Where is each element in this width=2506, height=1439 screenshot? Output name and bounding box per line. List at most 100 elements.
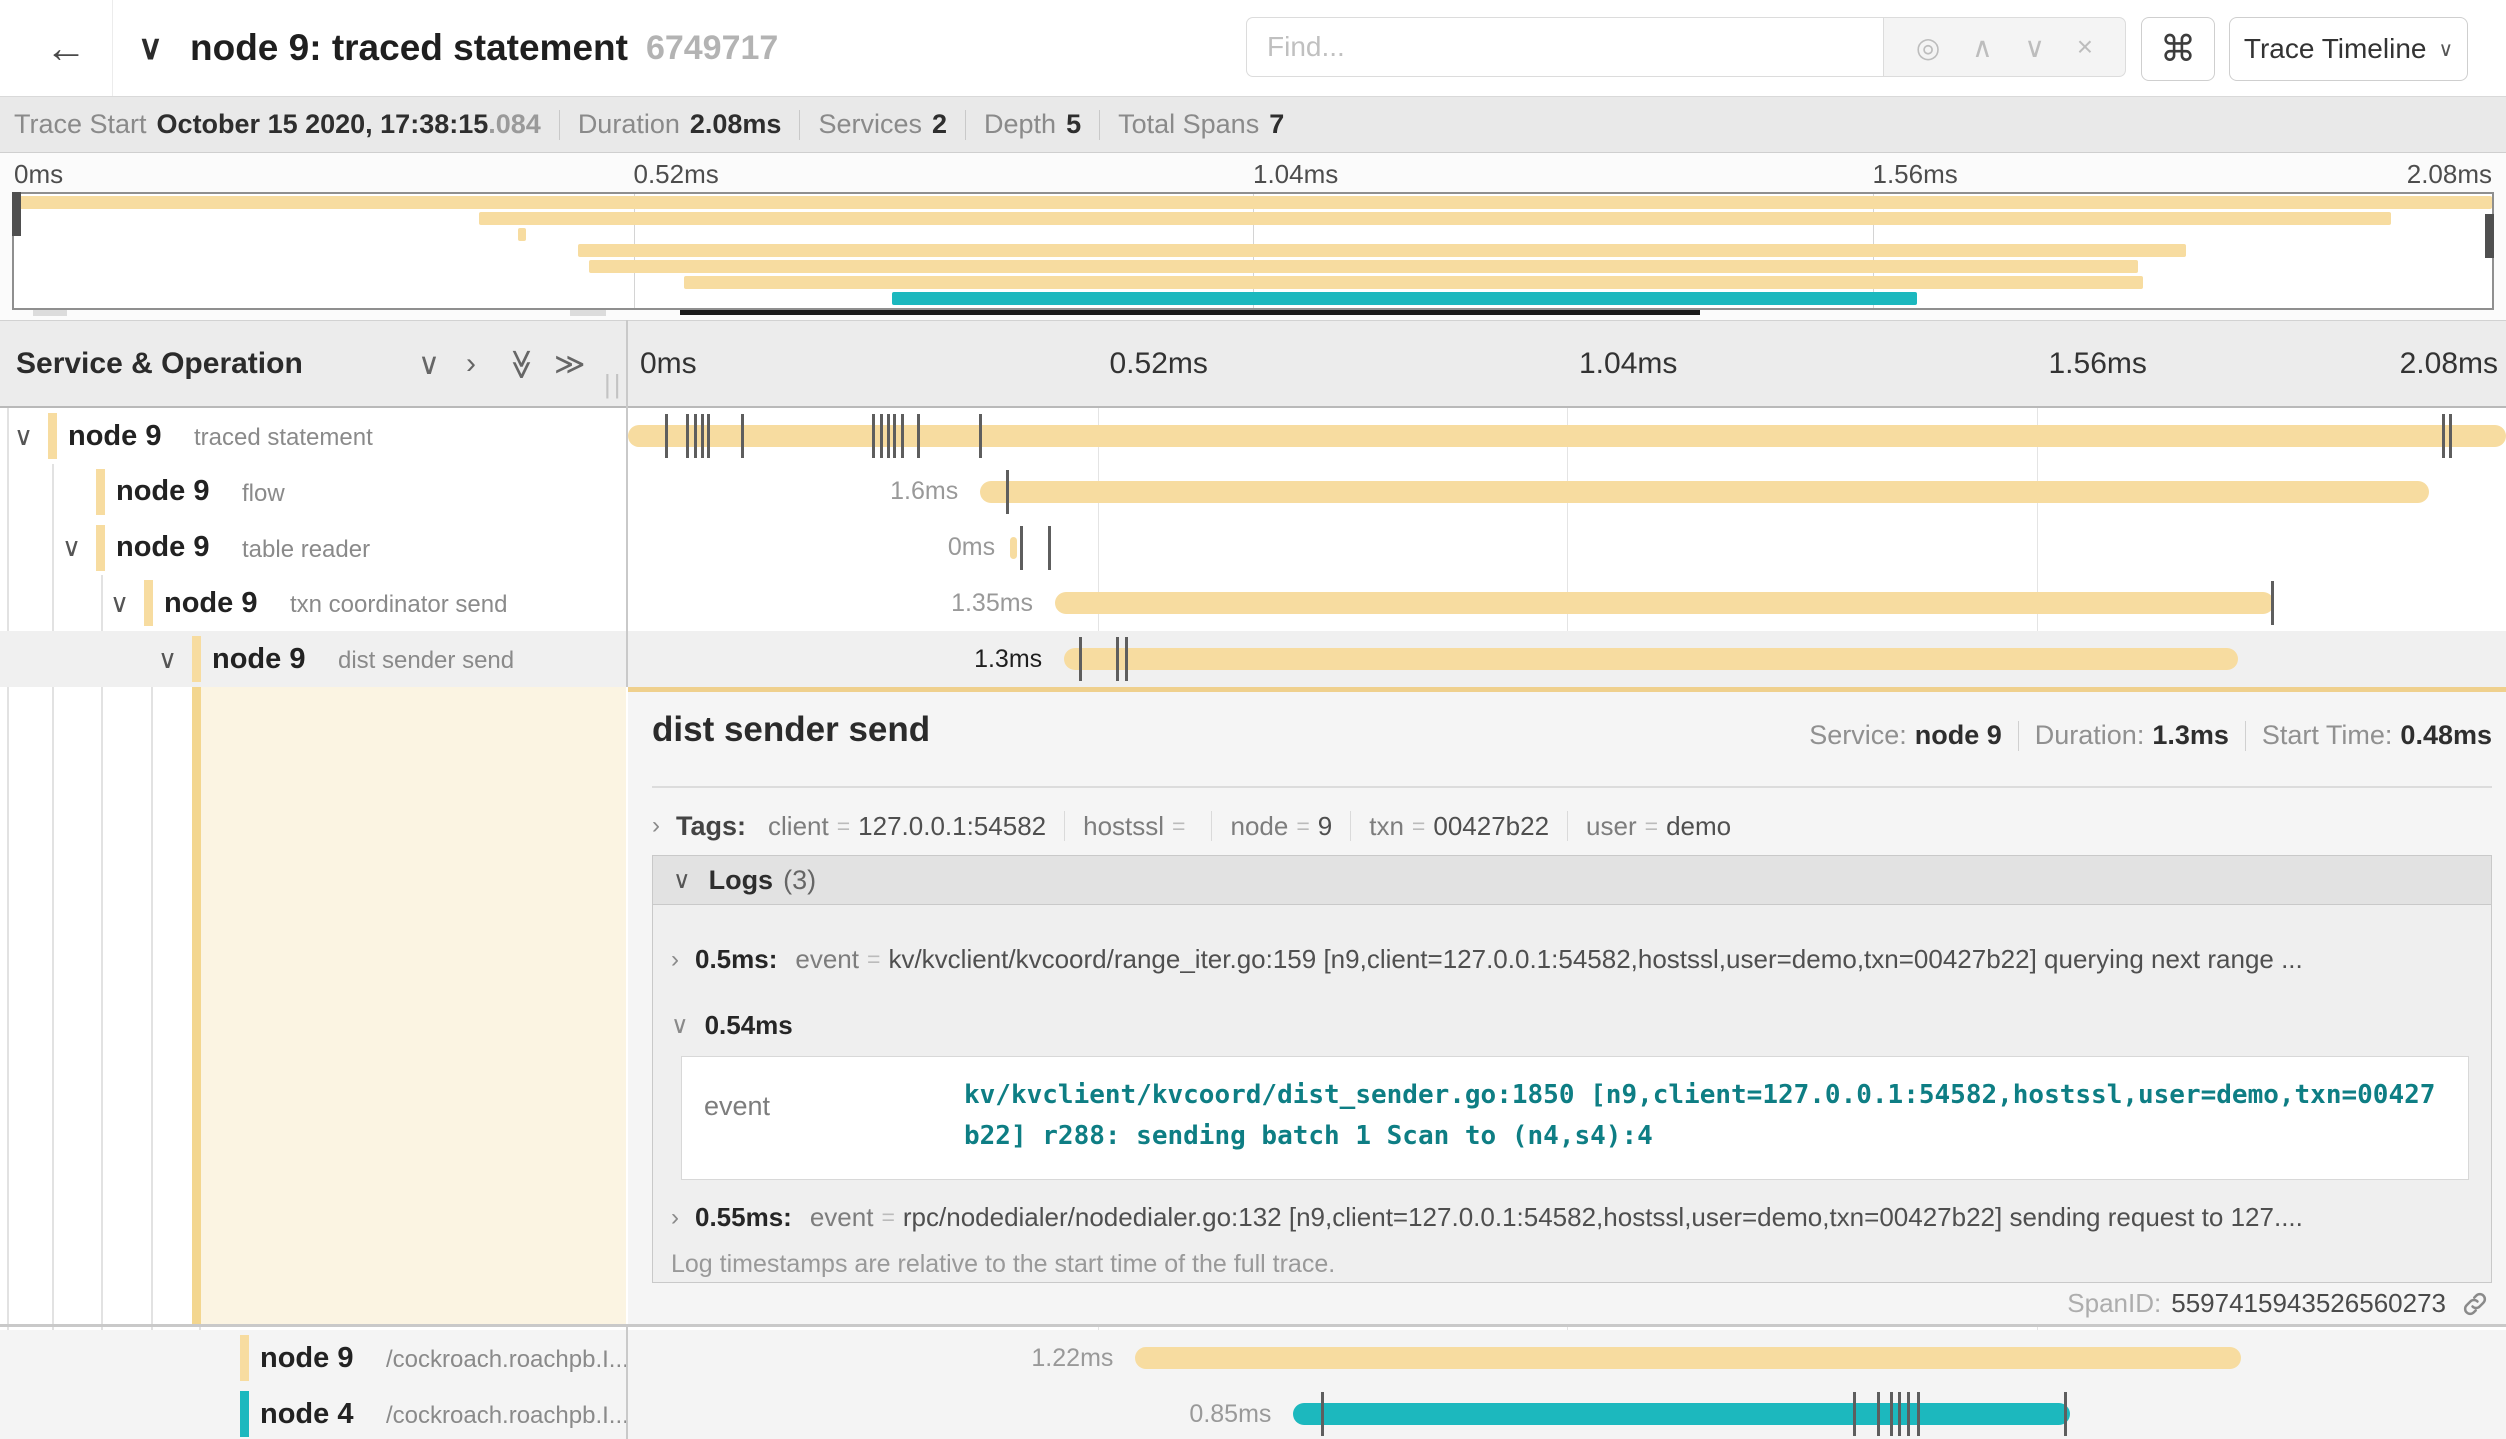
span-log-marker[interactable] [707, 414, 710, 458]
log-entry-expanded-header[interactable]: ∨ 0.54ms [671, 1010, 2461, 1041]
timeline-tick-label: 2.08ms [2400, 321, 2498, 407]
stat-label: Service: [1809, 720, 1907, 751]
trace-view-select[interactable]: Trace Timeline ∨ [2229, 17, 2468, 81]
span-log-marker[interactable] [1917, 1392, 1920, 1436]
trace-collapse-icon[interactable]: ∨ [138, 0, 163, 96]
summary-label: Duration [578, 109, 680, 140]
span-duration-bar[interactable] [1135, 1347, 2241, 1369]
log-entry[interactable]: › 0.5ms: event = kv/kvclient/kvcoord/ran… [671, 944, 2461, 975]
span-log-marker[interactable] [979, 414, 982, 458]
span-collapse-chevron-icon[interactable]: ∨ [110, 575, 129, 631]
minimap-handle-left[interactable] [33, 310, 67, 316]
log-key: event [810, 1202, 874, 1233]
span-collapse-chevron-icon[interactable]: ∨ [158, 631, 177, 687]
span-log-marker[interactable] [1877, 1392, 1880, 1436]
next-result-icon[interactable]: ∨ [2024, 31, 2045, 64]
span-log-marker[interactable] [1898, 1392, 1901, 1436]
span-detail-stats: Service:node 9Duration:1.3msStart Time:0… [1809, 720, 2492, 751]
minimap-view-range-bar[interactable] [680, 310, 1700, 315]
span-log-marker[interactable] [887, 414, 890, 458]
span-duration-bar[interactable] [1010, 537, 1017, 559]
summary-separator [965, 110, 966, 140]
span-log-marker[interactable] [2442, 414, 2445, 458]
span-duration-bar[interactable] [1064, 648, 2238, 670]
summary-item: Trace StartOctober 15 2020, 17:38:15.084 [14, 109, 541, 140]
span-log-marker[interactable] [893, 414, 896, 458]
span-row[interactable]: ∨node 9table reader0ms [0, 520, 2506, 576]
summary-item: Services2 [818, 109, 947, 140]
span-duration-bar[interactable] [980, 481, 2429, 503]
expand-all-icon[interactable]: ≫ [554, 321, 585, 407]
span-log-marker[interactable] [2064, 1392, 2067, 1436]
span-collapse-chevron-icon[interactable]: ∨ [14, 408, 33, 464]
span-log-marker[interactable] [880, 414, 883, 458]
tag-pair: client=127.0.0.1:54582 [768, 811, 1046, 842]
span-log-marker[interactable] [872, 414, 875, 458]
service-color-bar [144, 580, 153, 626]
span-log-marker[interactable] [1321, 1392, 1324, 1436]
span-log-marker[interactable] [701, 414, 704, 458]
span-row[interactable]: node 9/cockroach.roachpb.I...1.22ms [0, 1330, 2506, 1386]
span-log-marker[interactable] [665, 414, 668, 458]
span-log-marker[interactable] [917, 414, 920, 458]
minimap-right-scrubber[interactable] [2485, 214, 2494, 258]
span-log-marker[interactable] [2271, 581, 2274, 625]
equals-sign: = [1412, 813, 1425, 840]
span-log-marker[interactable] [1020, 526, 1023, 570]
stats-separator [2018, 721, 2019, 751]
timeline-tick-label: 0.52ms [1110, 321, 1208, 407]
back-arrow-icon[interactable]: ← [20, 0, 112, 96]
chevron-down-icon: ∨ [2438, 37, 2453, 62]
span-log-marker[interactable] [2449, 414, 2452, 458]
span-log-marker[interactable] [1079, 637, 1082, 681]
log-time: 0.5ms: [695, 944, 777, 975]
stat-value: node 9 [1915, 720, 2002, 751]
span-log-marker[interactable] [1048, 526, 1051, 570]
minimap-canvas[interactable] [12, 192, 2494, 310]
minimap-span-bar [14, 196, 2492, 209]
span-row[interactable]: ∨node 9dist sender send1.3ms [0, 631, 2506, 687]
minimap-left-scrubber[interactable] [12, 192, 21, 236]
service-name: node 9 [116, 464, 209, 520]
column-resize-handle[interactable]: || [604, 369, 624, 400]
summary-value-suffix: .084 [488, 109, 541, 140]
keyboard-shortcuts-button[interactable]: ⌘ [2141, 17, 2215, 81]
minimap-tick-label: 2.08ms [2407, 159, 2492, 190]
tags-row[interactable]: › Tags: client=127.0.0.1:54582hostssl=no… [652, 804, 1731, 848]
span-row[interactable]: ∨node 9txn coordinator send1.35ms [0, 575, 2506, 631]
clear-find-icon[interactable]: × [2077, 31, 2093, 63]
collapse-one-icon[interactable]: ≫ [506, 321, 537, 407]
span-log-marker[interactable] [1116, 637, 1119, 681]
link-icon[interactable] [2460, 1289, 2490, 1319]
span-row[interactable]: node 4/cockroach.roachpb.I...0.85ms [0, 1386, 2506, 1439]
span-duration-bar[interactable] [1055, 592, 2274, 614]
minimap-handle-right[interactable] [570, 310, 606, 316]
span-row[interactable]: node 9flow1.6ms [0, 464, 2506, 520]
span-log-marker[interactable] [686, 414, 689, 458]
locate-icon[interactable]: ◎ [1916, 31, 1940, 64]
span-log-marker[interactable] [1907, 1392, 1910, 1436]
span-log-marker[interactable] [1853, 1392, 1856, 1436]
summary-item: Depth5 [984, 109, 1081, 140]
span-log-marker[interactable] [741, 414, 744, 458]
logs-footer-note: Log timestamps are relative to the start… [671, 1250, 1335, 1279]
span-log-marker[interactable] [694, 414, 697, 458]
summary-value: 2.08ms [690, 109, 782, 140]
span-log-marker[interactable] [1006, 470, 1009, 514]
prev-result-icon[interactable]: ∧ [1972, 31, 1993, 64]
log-entry[interactable]: › 0.55ms: event = rpc/nodedialer/nodedia… [671, 1202, 2461, 1233]
span-log-marker[interactable] [1125, 637, 1128, 681]
logs-header[interactable]: ∨ Logs (3) [653, 856, 2491, 905]
span-duration-bar[interactable] [628, 425, 2506, 447]
chevron-right-icon: › [652, 812, 660, 840]
span-row[interactable]: ∨node 9traced statement [0, 408, 2506, 464]
service-color-bar [48, 413, 57, 459]
span-log-marker[interactable] [1890, 1392, 1893, 1436]
expand-one-icon[interactable]: › [466, 321, 476, 407]
collapse-all-icon[interactable]: ∨ [418, 321, 440, 407]
span-duration-bar[interactable] [1293, 1403, 2069, 1425]
find-input[interactable] [1246, 17, 1883, 77]
span-duration-label: 1.6ms [890, 464, 958, 520]
span-collapse-chevron-icon[interactable]: ∨ [62, 520, 81, 576]
span-log-marker[interactable] [901, 414, 904, 458]
